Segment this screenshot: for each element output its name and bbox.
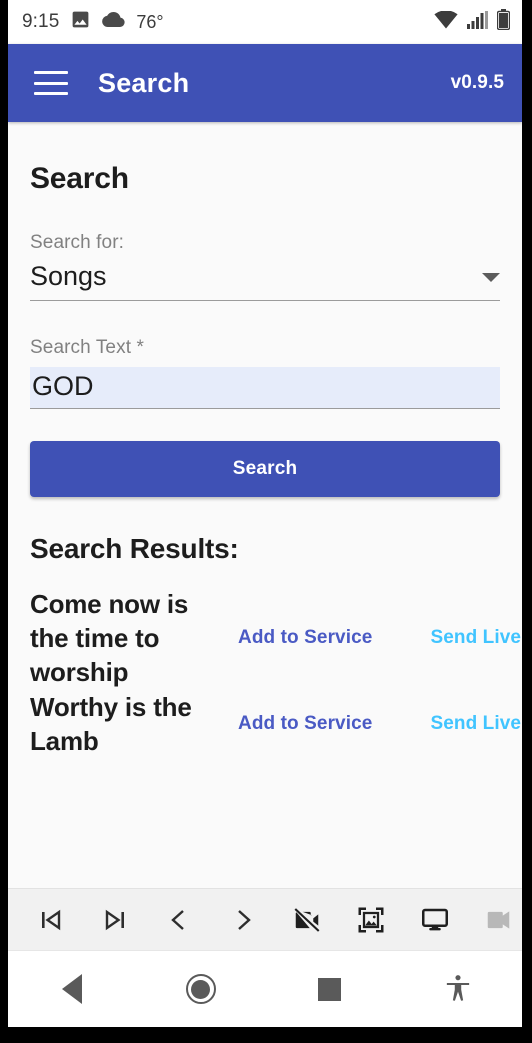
phone-screen: 9:15 76° Search v0.9.5 Search Search for… [8,0,522,1027]
next-chevron-icon[interactable] [226,903,260,937]
previous-chevron-icon[interactable] [162,903,196,937]
search-for-value: Songs [30,261,107,291]
desktop-monitor-icon[interactable] [418,903,452,937]
image-frame-icon[interactable] [354,903,388,937]
search-results-title: Search Results: [30,532,239,564]
table-row: Worthy is the Lamb Add to Service Send L… [30,690,521,759]
hamburger-menu-icon[interactable] [34,71,68,95]
chevron-down-icon [482,272,500,282]
search-text-field: Search Text * [30,337,500,409]
search-text-input[interactable] [30,366,500,408]
app-bar: Search v0.9.5 [8,44,522,122]
search-button[interactable]: Search [30,440,500,497]
home-circle [185,974,216,1004]
recents-square [317,977,341,1001]
battery-icon [496,9,511,35]
add-to-service-button[interactable]: Add to Service [220,713,372,735]
skip-to-first-icon[interactable] [34,903,68,937]
recents-icon[interactable] [265,951,394,1027]
android-nav-bar [8,950,522,1027]
search-for-select[interactable]: Songs [30,261,500,301]
skip-to-last-icon[interactable] [98,903,132,937]
page-title: Search [30,162,129,195]
app-version-label: v0.9.5 [450,72,504,93]
search-for-label: Search for: [30,232,125,253]
status-bar: 9:15 76° [8,0,522,44]
videocam-icon [482,903,516,937]
cell-signal-icon [467,10,488,34]
result-actions: Add to Service Send Live [220,627,521,649]
status-bar-clock: 9:15 [22,11,60,32]
result-title: Worthy is the Lamb [30,691,192,756]
image-icon [70,9,91,35]
send-live-button[interactable]: Send Live [372,627,521,649]
videocam-off-icon[interactable] [290,903,324,937]
result-title: Come now is the time to worship [30,588,189,688]
status-bar-temperature: 76° [136,11,164,32]
result-actions: Add to Service Send Live [220,713,521,735]
back-triangle [62,974,83,1004]
search-for-field: Search for: Songs [30,232,500,301]
main-content: Search Search for: Songs Search Text * S… [8,122,522,759]
search-results-list: Come now is the time to worship Add to S… [30,587,521,759]
search-text-label: Search Text * [30,336,144,358]
device-frame: 9:15 76° Search v0.9.5 Search Search for… [0,0,532,1043]
add-to-service-button[interactable]: Add to Service [220,627,372,649]
wifi-icon [434,9,458,34]
table-row: Come now is the time to worship Add to S… [30,587,521,690]
app-bar-title: Search [98,67,190,98]
send-live-button[interactable]: Send Live [372,713,521,735]
media-toolbar [8,888,522,950]
search-text-input-wrapper [30,366,500,409]
cloud-icon [102,11,126,33]
back-icon[interactable] [8,951,137,1027]
home-icon[interactable] [137,951,266,1027]
accessibility-icon[interactable] [394,951,523,1027]
